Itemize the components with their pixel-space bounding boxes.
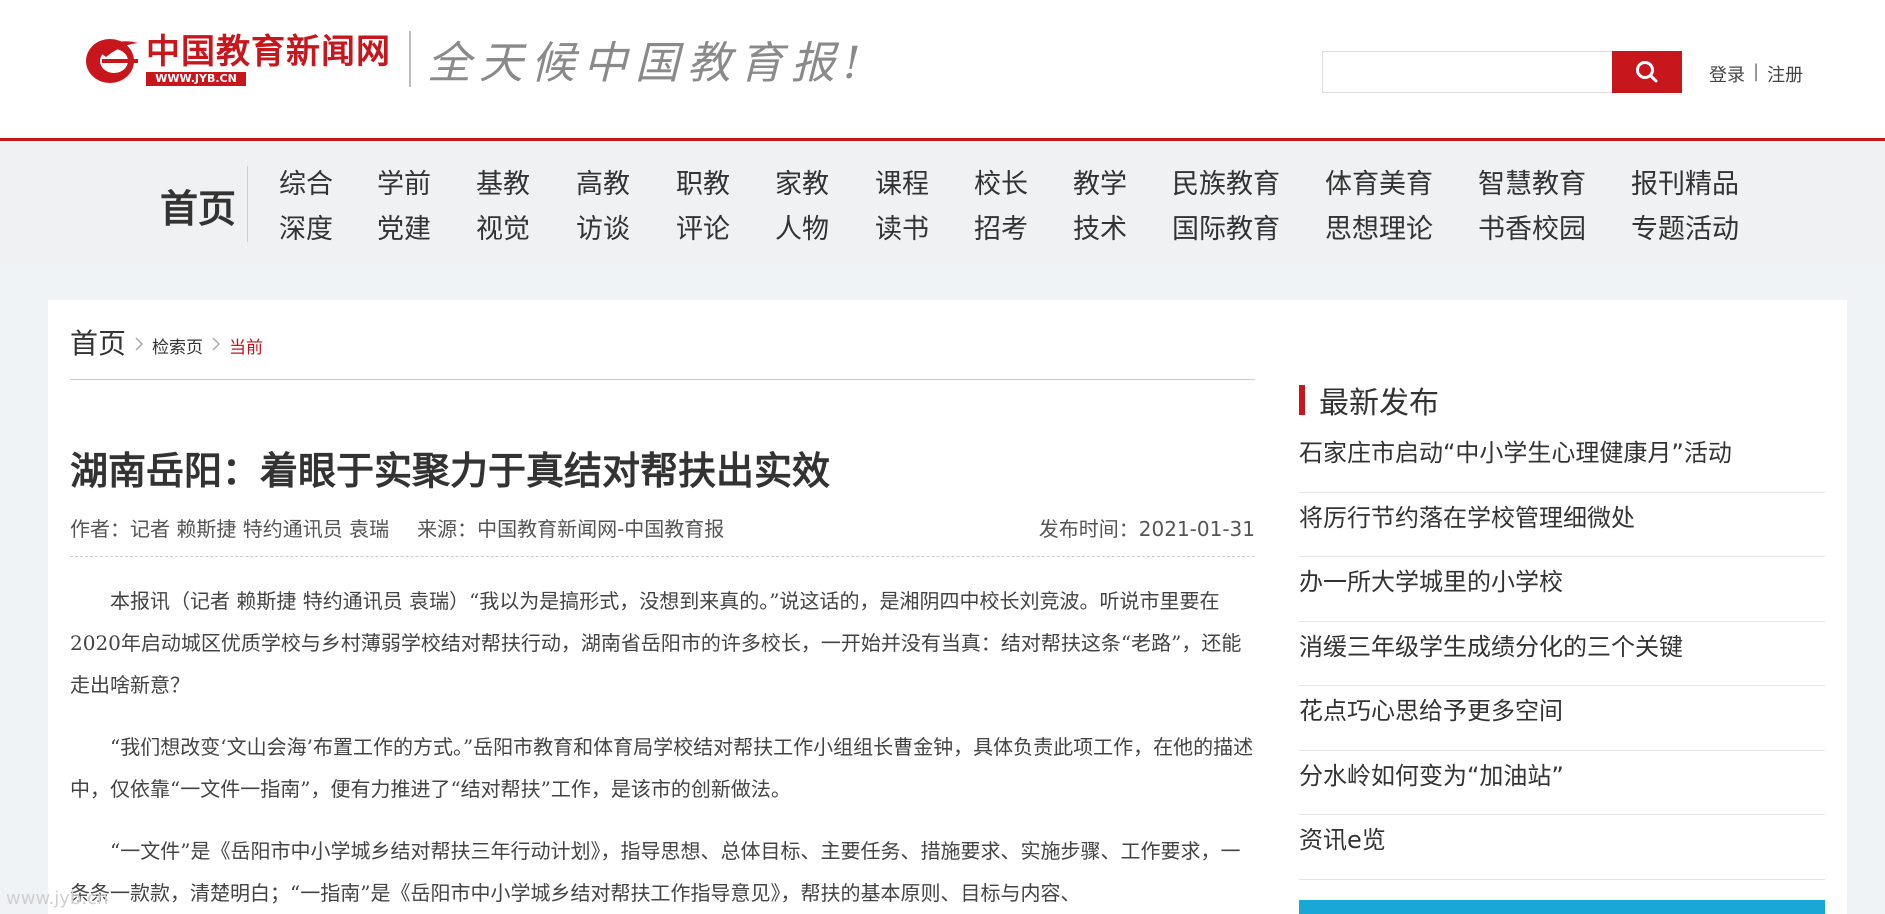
nav-item[interactable]: 访谈 [576,207,630,246]
latest-item[interactable]: 花点巧心思给予更多空间 [1299,686,1825,751]
sidebar-banner[interactable] [1299,900,1825,914]
site-header: 中国教育新闻网 WWW.JYB.CN 全天候中国教育报! 登录 | 注册 [0,0,1885,141]
logo-url: WWW.JYB.CN [146,72,246,86]
user-links: 登录 | 注册 [1709,61,1803,87]
latest-item[interactable]: 办一所大学城里的小学校 [1299,557,1825,622]
logo-divider [409,31,411,87]
nav-item[interactable]: 技术 [1073,207,1127,246]
nav-item[interactable]: 家教 [775,162,829,201]
nav-item[interactable]: 职教 [676,162,730,201]
nav-item[interactable]: 国际教育 [1172,207,1280,246]
search-button[interactable] [1612,51,1682,93]
search-input[interactable] [1322,51,1612,93]
nav-item[interactable]: 书香校园 [1478,207,1586,246]
nav-item[interactable]: 思想理论 [1325,207,1433,246]
breadcrumb: 首页 检索页 当前 [70,322,263,362]
latest-item[interactable]: 资讯e览 [1299,815,1825,880]
nav-item[interactable]: 综合 [279,162,333,201]
nav-item[interactable]: 招考 [974,207,1028,246]
sidebar-accent [1299,385,1305,415]
nav-item[interactable]: 教学 [1073,162,1127,201]
article-author: 作者：记者 赖斯捷 特约通讯员 袁瑞 [70,517,390,541]
nav-item[interactable]: 视觉 [476,207,530,246]
search-bar [1322,51,1682,93]
logo-emblem-icon [86,39,138,83]
login-link[interactable]: 登录 [1709,61,1745,87]
nav-item[interactable]: 党建 [377,207,431,246]
chevron-right-icon [212,337,221,351]
article-title: 湖南岳阳：着眼于实聚力于真结对帮扶出实效 [70,449,831,493]
nav-item[interactable]: 体育美育 [1325,162,1433,201]
nav-item[interactable]: 读书 [875,207,929,246]
breadcrumb-home[interactable]: 首页 [70,322,126,362]
breadcrumb-rule [70,379,1255,380]
nav-item[interactable]: 课程 [875,162,929,201]
article-pubtime: 发布时间：2021-01-31 [1038,517,1255,541]
sidebar-title: 最新发布 [1319,386,1439,421]
watermark: www.jyb.cn [6,888,109,909]
search-icon [1636,61,1658,83]
nav-item[interactable]: 民族教育 [1172,162,1280,201]
nav-home[interactable]: 首页 [160,178,236,233]
main-nav: 首页 综合 学前 基教 高教 职教 家教 课程 校长 教学 民族教育 体育美育 智慧教育 报刊精品深度 党… [0,144,1885,264]
article-paragraph: “一文件”是《岳阳市中小学城乡结对帮扶三年行动计划》，指导思想、总体目标、主要任… [70,839,1241,905]
latest-item[interactable]: 消缓三年级学生成绩分化的三个关键 [1299,622,1825,686]
meta-divider [70,556,1255,557]
nav-item[interactable]: 专题活动 [1631,207,1739,246]
nav-item[interactable]: 高教 [576,162,630,201]
article-paragraph: “我们想改变‘文山会海’布置工作的方式。”岳阳市教育和体育局学校结对帮扶工作小组… [70,735,1254,801]
site-slogan: 全天候中国教育报! [427,38,869,89]
nav-item[interactable]: 学前 [377,162,431,201]
nav-item[interactable]: 深度 [279,207,333,246]
register-link[interactable]: 注册 [1767,61,1803,87]
article-source: 来源：中国教育新闻网-中国教育报 [417,517,725,541]
breadcrumb-current: 当前 [229,338,264,358]
article-body: 本报讯（记者 赖斯捷 特约通讯员 袁瑞）“我以为是搞形式，没想到来真的。”说这话… [70,580,1255,914]
nav-item[interactable]: 人物 [775,207,829,246]
logo-name: 中国教育新闻网 [146,32,391,72]
latest-list: 石家庄市启动“中小学生心理健康月”活动 将厉行节约落在学校管理细微处 办一所大学… [1299,428,1825,880]
sidebar-header: 最新发布 [1299,378,1439,422]
article-meta: 作者：记者 赖斯捷 特约通讯员 袁瑞 来源：中国教育新闻网-中国教育报 [70,513,724,542]
site-logo[interactable]: 中国教育新闻网 WWW.JYB.CN 全天候中国教育报! [84,28,869,90]
article-paragraph: 本报讯（记者 赖斯捷 特约通讯员 袁瑞）“我以为是搞形式，没想到来真的。”说这话… [70,589,1242,697]
nav-divider [247,166,248,242]
nav-item[interactable]: 报刊精品 [1631,162,1739,201]
nav-item[interactable]: 基教 [476,162,530,201]
chevron-right-icon [135,337,144,351]
breadcrumb-search[interactable]: 检索页 [152,333,203,358]
latest-item[interactable]: 分水岭如何变为“加油站” [1299,751,1825,815]
nav-item[interactable]: 校长 [974,162,1028,201]
latest-item[interactable]: 将厉行节约落在学校管理细微处 [1299,493,1825,557]
nav-item[interactable]: 评论 [676,207,730,246]
nav-item[interactable]: 智慧教育 [1478,162,1586,201]
user-links-separator: | [1753,61,1760,82]
latest-item[interactable]: 石家庄市启动“中小学生心理健康月”活动 [1299,428,1825,493]
